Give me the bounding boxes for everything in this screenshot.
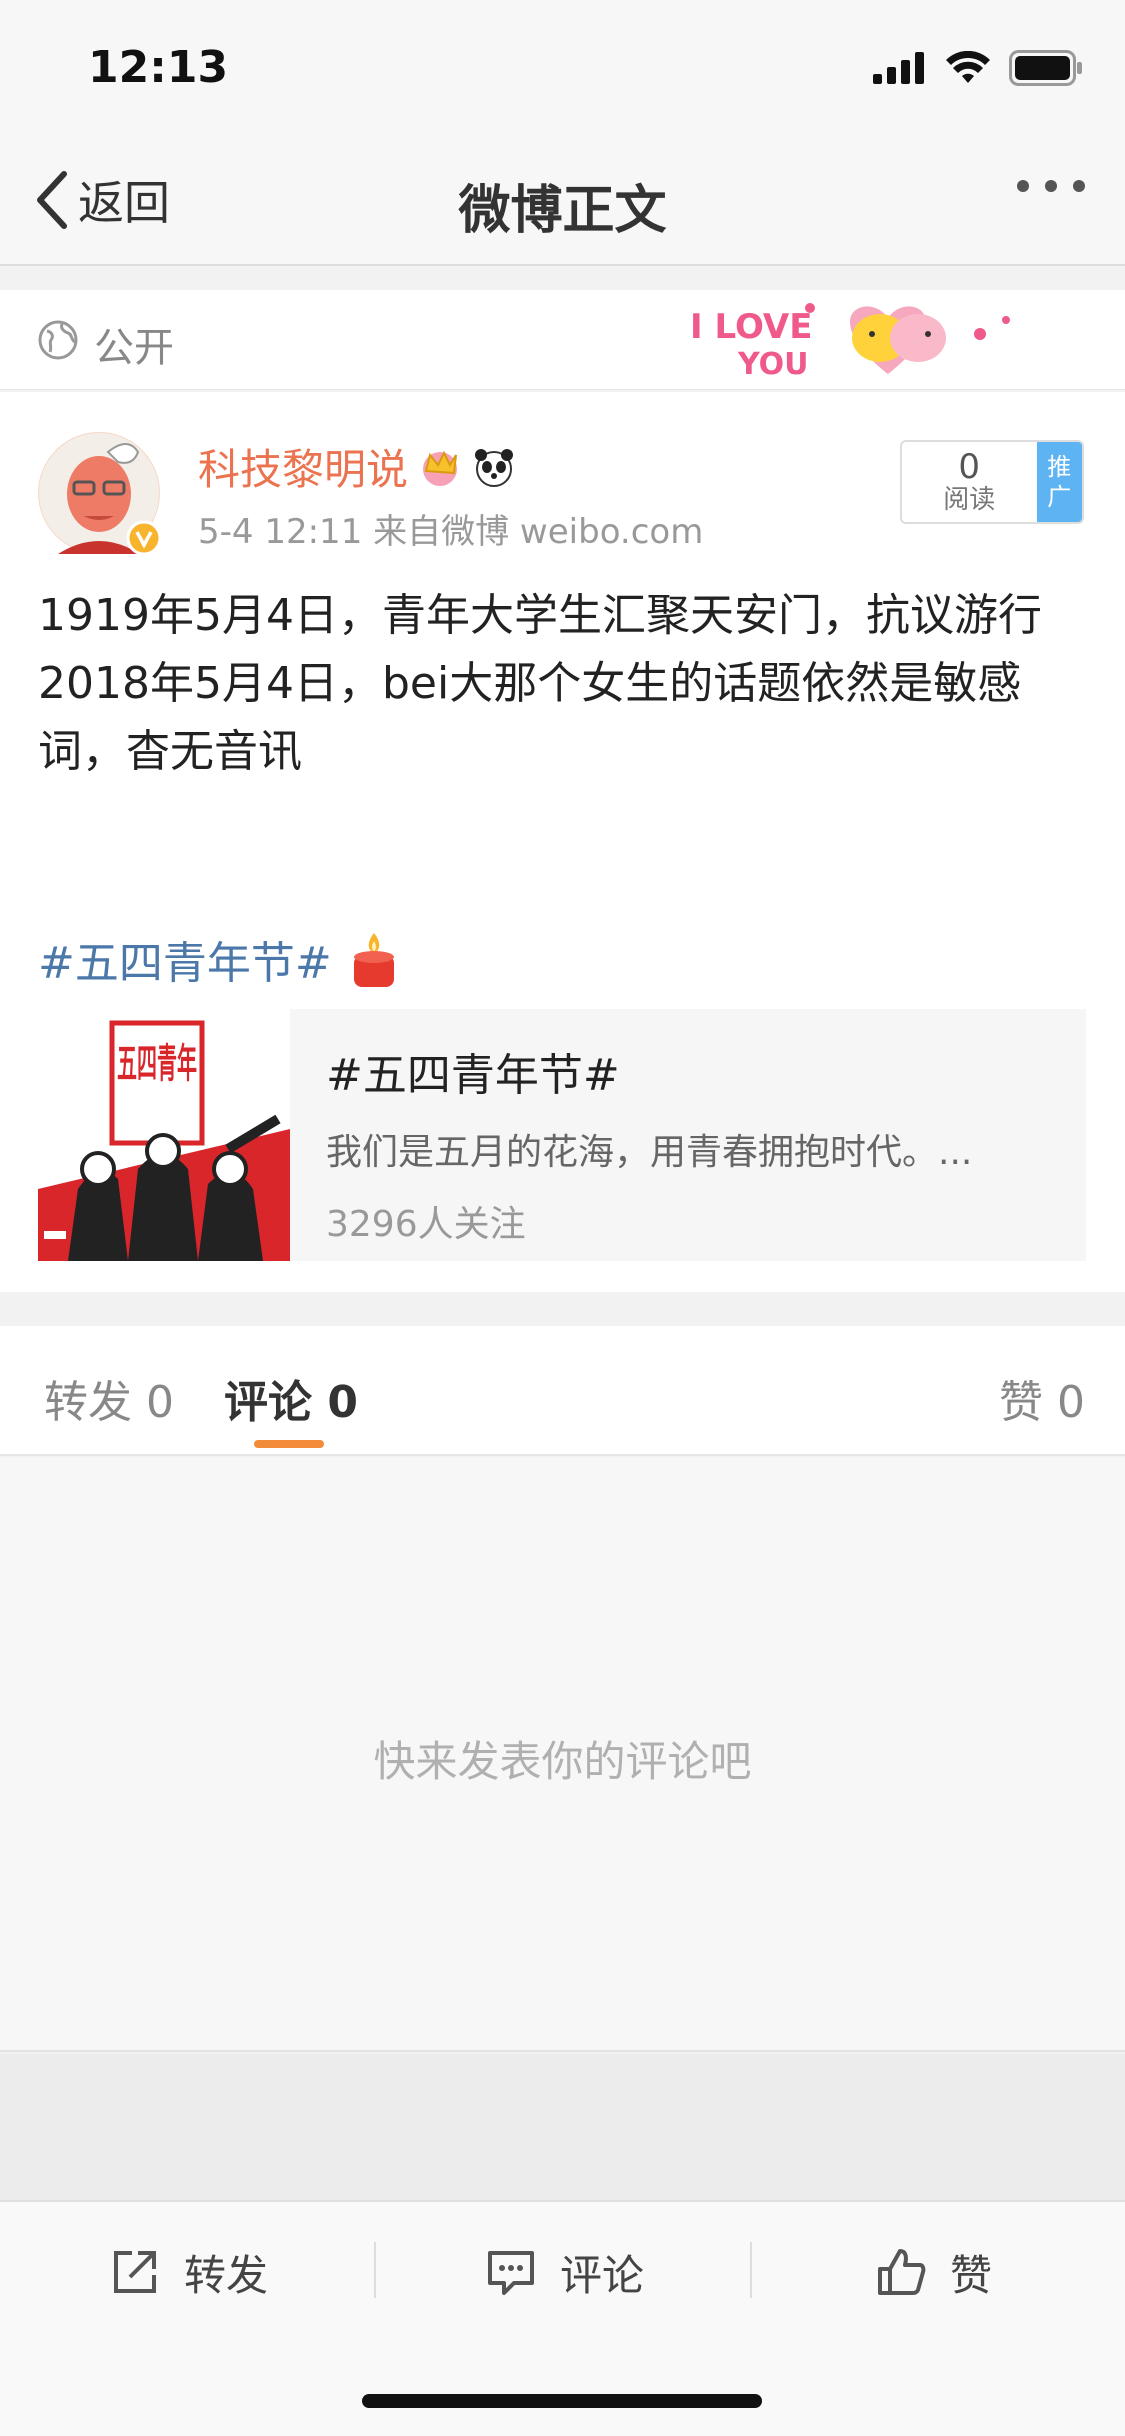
visibility-row: 公开 I LOVE YOU <box>0 290 1125 390</box>
active-tab-indicator <box>254 1440 324 1448</box>
more-dot-icon <box>1073 180 1085 192</box>
signal-icon <box>873 52 924 84</box>
topic-card[interactable]: 五四青年 #五四青年节# 我们是五月的花海，用青春拥抱时代。... 3296人关… <box>38 1009 1086 1261</box>
decor-text-you: YOU <box>737 347 809 382</box>
visibility-label: 公开 <box>94 325 174 371</box>
post-meta: 5-4 12:11 来自微博 weibo.com <box>198 512 704 552</box>
read-count: 0 <box>958 447 981 487</box>
username-row: 科技黎明说 <box>198 436 516 497</box>
promote-label-1: 推 <box>1047 453 1072 481</box>
topic-description: 我们是五月的花海，用青春拥抱时代。... <box>326 1132 973 1173</box>
comments-area: 快来发表你的评论吧 <box>0 1458 1125 2052</box>
post-body: 1919年5月4日，青年大学生汇聚天安门，抗议游行 2018年5月4日，bei大… <box>38 582 1088 786</box>
love-sticker-icon: I LOVE YOU <box>690 303 1010 382</box>
globe-icon <box>38 320 78 360</box>
youth-day-poster-icon: 五四青年 <box>38 1009 290 1261</box>
more-button[interactable] <box>1017 180 1085 192</box>
comment-icon <box>488 2251 534 2295</box>
home-indicator <box>362 2394 762 2408</box>
status-icons <box>873 50 1083 86</box>
repost-label: 转发 <box>184 2250 269 2300</box>
like-button[interactable]: 赞 <box>876 2242 992 2302</box>
empty-comments-text: 快来发表你的评论吧 <box>373 1737 752 1786</box>
more-dot-icon <box>1045 180 1057 192</box>
interaction-tabs: 转发 0 评论 0 赞 0 <box>0 1326 1125 1456</box>
promote-badge[interactable]: 推 广 <box>1036 442 1082 522</box>
thumbs-up-icon <box>878 2249 926 2295</box>
tab-comment[interactable]: 评论 0 <box>224 1366 358 1430</box>
hashtag-link[interactable]: #五四青年节# <box>38 927 400 991</box>
wifi-icon <box>946 51 990 83</box>
battery-icon <box>1009 50 1082 86</box>
top-bar: 12:13 返回 微博正文 <box>0 0 1125 266</box>
comment-button[interactable]: 评论 <box>486 2242 644 2302</box>
topic-image: 五四青年 <box>38 1009 290 1261</box>
tab-repost[interactable]: 转发 0 <box>44 1366 174 1430</box>
status-time: 12:13 <box>88 42 229 93</box>
poster-text: 五四青年 <box>117 1041 197 1087</box>
read-label: 阅读 <box>943 485 996 515</box>
verified-badge-icon <box>126 520 162 556</box>
page-title: 微博正文 <box>458 181 667 241</box>
like-label: 赞 <box>950 2250 993 2300</box>
decor-text-love: I LOVE <box>690 307 812 347</box>
candle-icon <box>353 933 394 987</box>
more-dot-icon <box>1017 180 1029 192</box>
spacer <box>0 2054 1125 2200</box>
panda-badge-icon <box>475 448 514 487</box>
post-text-line-2: 2018年5月4日，bei大那个女生的话题依然是敏感词，杳无音讯 <box>38 658 1022 777</box>
avatar[interactable] <box>38 432 162 556</box>
toolbar-divider <box>374 2242 376 2298</box>
post-card: 科技黎明说 5-4 12:11 来自微博 weibo.com 0 阅读 推 广 … <box>0 392 1125 1292</box>
hashtag-text[interactable]: #五四青年节# <box>38 927 332 991</box>
share-icon <box>114 2251 156 2293</box>
tab-like[interactable]: 赞 0 <box>999 1366 1085 1430</box>
post-text-line-1: 1919年5月4日，青年大学生汇聚天安门，抗议游行 <box>38 590 1042 641</box>
topic-followers: 3296人关注 <box>326 1204 526 1245</box>
username[interactable]: 科技黎明说 <box>198 436 408 497</box>
topic-title: #五四青年节# <box>326 1050 620 1101</box>
toolbar-divider <box>750 2242 752 2298</box>
crown-badge-icon <box>423 450 458 486</box>
comment-label: 评论 <box>560 2250 645 2300</box>
read-count-box[interactable]: 0 阅读 推 广 <box>900 440 1084 524</box>
repost-button[interactable]: 转发 <box>110 2242 268 2302</box>
promote-label-2: 广 <box>1047 483 1072 511</box>
